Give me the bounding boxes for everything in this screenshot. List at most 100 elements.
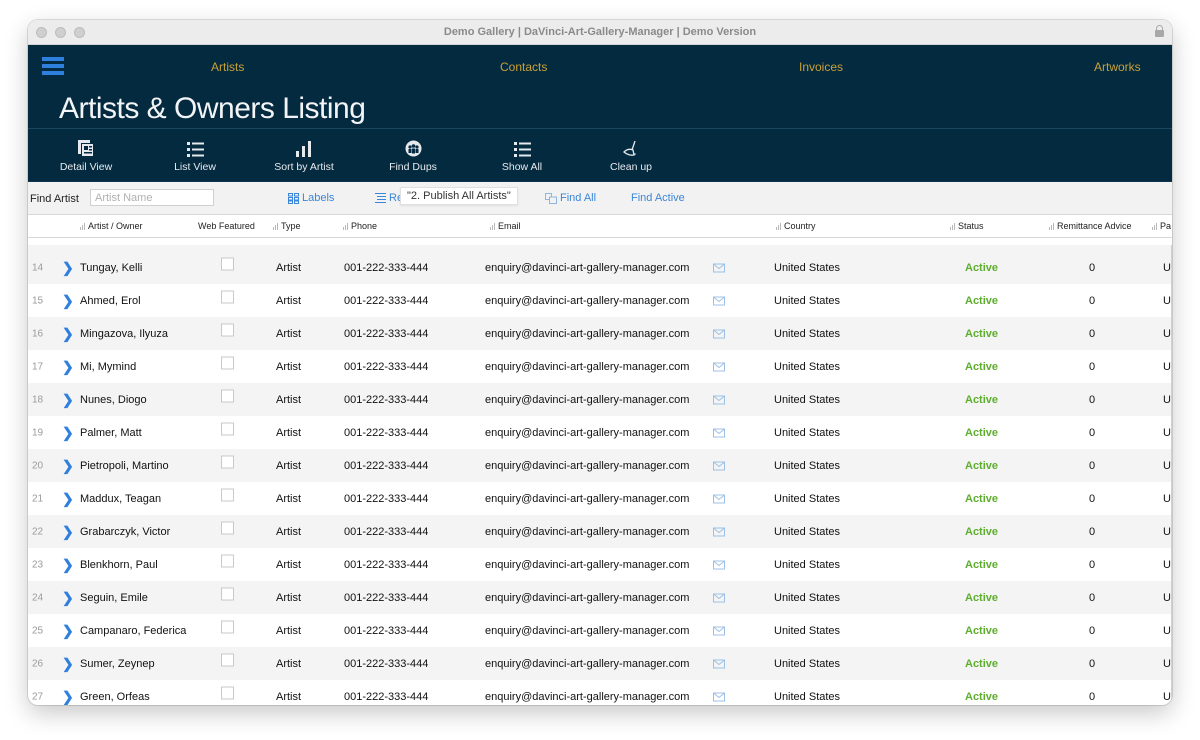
web-featured-checkbox[interactable]: [221, 653, 234, 666]
column-header-remittance-advice[interactable]: Remittance Advice: [1049, 221, 1132, 231]
email: enquiry@davinci-art-gallery-manager.com: [485, 394, 689, 406]
table-row[interactable]: 24 ❯ Seguin, Emile Artist 001-222-333-44…: [28, 581, 1172, 614]
table-row[interactable]: 21 ❯ Maddux, Teagan Artist 001-222-333-4…: [28, 482, 1172, 515]
nav-artworks[interactable]: Artworks: [1094, 60, 1141, 74]
mail-icon[interactable]: [713, 329, 725, 338]
column-header-country[interactable]: Country: [776, 221, 816, 231]
find-bar: Find Artist Labels Re "2. Publish All Ar…: [28, 182, 1172, 215]
chevron-right-icon[interactable]: ❯: [62, 391, 74, 408]
chevron-right-icon[interactable]: ❯: [62, 523, 74, 540]
web-featured-checkbox[interactable]: [221, 620, 234, 633]
column-header-email[interactable]: Email: [490, 221, 521, 231]
mail-icon[interactable]: [713, 263, 725, 272]
column-header-web-featured[interactable]: Web Featured: [198, 221, 255, 231]
web-featured-checkbox[interactable]: [221, 686, 234, 699]
mail-icon[interactable]: [713, 692, 725, 701]
find-dups-button[interactable]: Find Dups: [368, 137, 458, 173]
list-view-button[interactable]: List View: [150, 137, 240, 173]
column-header-phone[interactable]: Phone: [343, 221, 377, 231]
mail-icon[interactable]: [713, 560, 725, 569]
web-featured-checkbox[interactable]: [221, 554, 234, 567]
column-header-artist-owner[interactable]: Artist / Owner: [80, 221, 143, 231]
nav-artists[interactable]: Artists: [211, 60, 244, 74]
country: United States: [774, 559, 840, 571]
mail-icon[interactable]: [713, 626, 725, 635]
zoom-window-button[interactable]: [74, 27, 85, 38]
web-featured-checkbox[interactable]: [221, 587, 234, 600]
table-row[interactable]: 27 ❯ Green, Orfeas Artist 001-222-333-44…: [28, 680, 1172, 705]
web-featured-checkbox[interactable]: [221, 389, 234, 402]
chevron-right-icon[interactable]: ❯: [62, 589, 74, 606]
nav-invoices[interactable]: Invoices: [799, 60, 843, 74]
mail-icon[interactable]: [713, 659, 725, 668]
chevron-right-icon[interactable]: ❯: [62, 424, 74, 441]
show-all-button[interactable]: Show All: [477, 137, 567, 173]
country: United States: [774, 592, 840, 604]
clean-up-button[interactable]: Clean up: [586, 137, 676, 173]
mail-icon[interactable]: [713, 461, 725, 470]
column-header-status[interactable]: Status: [950, 221, 984, 231]
sort-by-artist-button[interactable]: Sort by Artist: [259, 137, 349, 173]
artist-type: Artist: [276, 658, 301, 670]
status-badge: Active: [965, 460, 998, 472]
mail-icon[interactable]: [713, 593, 725, 602]
chevron-right-icon[interactable]: ❯: [62, 490, 74, 507]
artist-name: Green, Orfeas: [80, 691, 150, 703]
web-featured-checkbox[interactable]: [221, 356, 234, 369]
column-header-type[interactable]: Type: [273, 221, 301, 231]
row-number: 17: [32, 361, 43, 372]
find-active-link[interactable]: Find Active: [631, 192, 685, 204]
table-row[interactable]: 15 ❯ Ahmed, Erol Artist 001-222-333-444 …: [28, 284, 1172, 317]
chevron-right-icon[interactable]: ❯: [62, 688, 74, 705]
table-row[interactable]: 19 ❯ Palmer, Matt Artist 001-222-333-444…: [28, 416, 1172, 449]
remittance-advice: 0: [1089, 658, 1095, 670]
web-featured-checkbox[interactable]: [221, 422, 234, 435]
web-featured-checkbox[interactable]: [221, 521, 234, 534]
detail-view-button[interactable]: Detail View: [41, 137, 131, 173]
nav-contacts[interactable]: Contacts: [500, 60, 547, 74]
chevron-right-icon[interactable]: ❯: [62, 457, 74, 474]
table-row[interactable]: 16 ❯ Mingazova, Ilyuza Artist 001-222-33…: [28, 317, 1172, 350]
mail-icon[interactable]: [713, 395, 725, 404]
chevron-right-icon[interactable]: ❯: [62, 358, 74, 375]
web-featured-checkbox[interactable]: [221, 257, 234, 270]
mail-icon[interactable]: [713, 494, 725, 503]
mail-icon[interactable]: [713, 296, 725, 305]
web-featured-checkbox[interactable]: [221, 488, 234, 501]
table-row[interactable]: 26 ❯ Sumer, Zeynep Artist 001-222-333-44…: [28, 647, 1172, 680]
column-header-pa[interactable]: Pa: [1152, 221, 1171, 231]
table-row[interactable]: 14 ❯ Tungay, Kelli Artist 001-222-333-44…: [28, 251, 1172, 284]
re-link[interactable]: Re: [375, 192, 403, 204]
row-number: 26: [32, 658, 43, 669]
chevron-right-icon[interactable]: ❯: [62, 292, 74, 309]
hamburger-menu-icon[interactable]: [42, 57, 64, 77]
mail-icon[interactable]: [713, 527, 725, 536]
web-featured-checkbox[interactable]: [221, 323, 234, 336]
close-window-button[interactable]: [36, 27, 47, 38]
table-row[interactable]: 20 ❯ Pietropoli, Martino Artist 001-222-…: [28, 449, 1172, 482]
scrollbar-edge[interactable]: [1171, 245, 1172, 705]
web-featured-checkbox[interactable]: [221, 455, 234, 468]
table-row[interactable]: 17 ❯ Mi, Mymind Artist 001-222-333-444 e…: [28, 350, 1172, 383]
labels-link[interactable]: Labels: [288, 192, 334, 204]
mail-icon[interactable]: [713, 362, 725, 371]
tool-label: List View: [150, 161, 240, 173]
artist-type: Artist: [276, 460, 301, 472]
row-container: 14 ❯ Tungay, Kelli Artist 001-222-333-44…: [28, 251, 1172, 705]
table-row[interactable]: 18 ❯ Nunes, Diogo Artist 001-222-333-444…: [28, 383, 1172, 416]
chevron-right-icon[interactable]: ❯: [62, 556, 74, 573]
table-row[interactable]: 25 ❯ Campanaro, Federica Artist 001-222-…: [28, 614, 1172, 647]
find-all-link[interactable]: Find All: [545, 192, 596, 204]
table-row[interactable]: 22 ❯ Grabarczyk, Victor Artist 001-222-3…: [28, 515, 1172, 548]
copy-icon: [545, 193, 557, 204]
chevron-right-icon[interactable]: ❯: [62, 622, 74, 639]
mail-icon[interactable]: [713, 428, 725, 437]
artist-name-input[interactable]: [90, 189, 214, 206]
chevron-right-icon[interactable]: ❯: [62, 259, 74, 276]
chevron-right-icon[interactable]: ❯: [62, 325, 74, 342]
table-row[interactable]: 23 ❯ Blenkhorn, Paul Artist 001-222-333-…: [28, 548, 1172, 581]
web-featured-checkbox[interactable]: [221, 290, 234, 303]
chevron-right-icon[interactable]: ❯: [62, 655, 74, 672]
minimize-window-button[interactable]: [55, 27, 66, 38]
artist-name: Grabarczyk, Victor: [80, 526, 170, 538]
